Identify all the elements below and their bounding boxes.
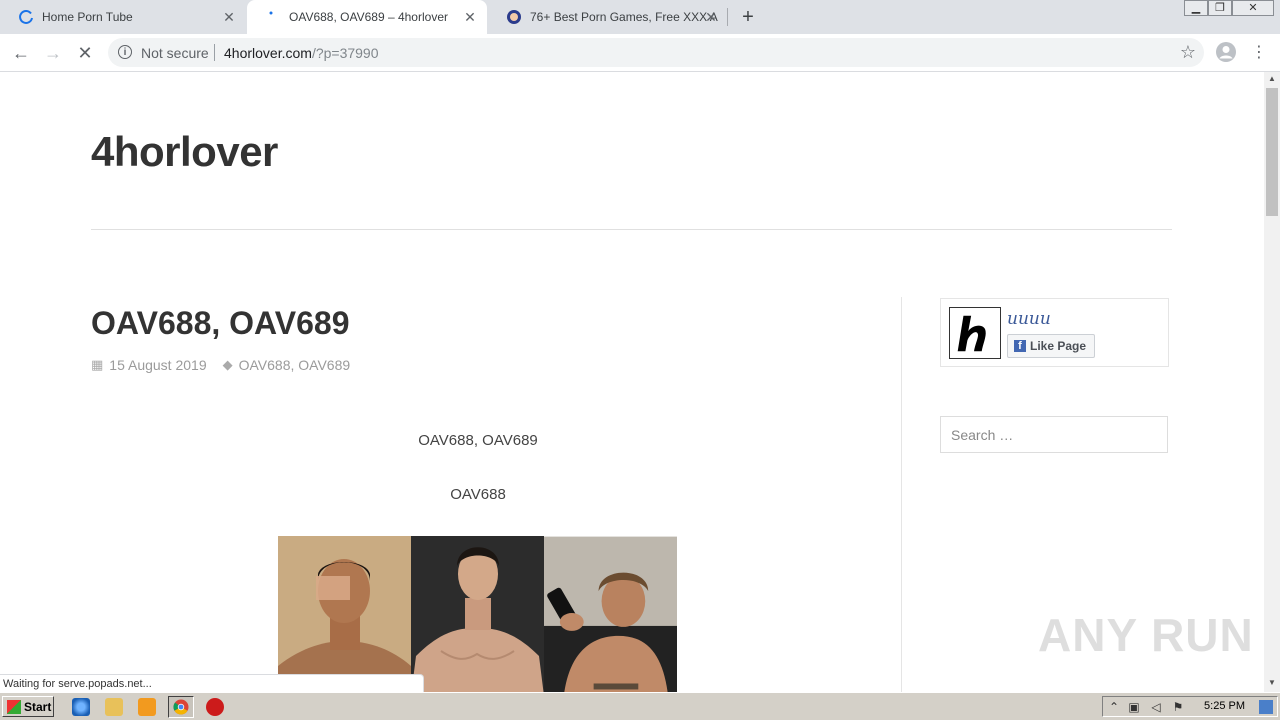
back-arrow-icon[interactable]: ← <box>10 42 32 64</box>
info-icon[interactable]: i <box>118 45 132 59</box>
start-label: Start <box>24 699 52 714</box>
omnibox-separator <box>214 44 215 61</box>
system-tray: ⌃ ▣ ◁ ⚑ 5:25 PM <box>1102 696 1278 717</box>
clock[interactable]: 5:25 PM <box>1204 700 1245 712</box>
tab-title: 76+ Best Porn Games, Free XXX Adu <box>530 10 718 24</box>
post-title: OAV688, OAV689 <box>91 305 350 341</box>
header-divider <box>91 229 1172 230</box>
facebook-page-name[interactable]: иииu <box>1007 309 1051 329</box>
facebook-like-page-button[interactable]: f Like Page <box>1007 334 1096 358</box>
windows-taskbar: Start ⌃ ▣ ◁ ⚑ 5:25 PM <box>0 692 1280 720</box>
close-tab-icon[interactable]: ✕ <box>220 8 238 26</box>
sidebar-divider <box>901 297 902 692</box>
post-image <box>278 536 678 692</box>
close-tab-icon[interactable]: ✕ <box>702 8 720 26</box>
menu-kebab-icon[interactable]: ⋮ <box>1248 42 1270 64</box>
close-window-button[interactable]: ✕ <box>1232 0 1274 16</box>
body-heading: OAV688, OAV689 <box>418 432 538 449</box>
post-date[interactable]: 15 August 2019 <box>109 357 206 373</box>
page-viewport: 4horlover OAV688, OAV689 ▦ 15 August 201… <box>0 72 1264 692</box>
tab-separator <box>727 8 728 26</box>
tag-icon: ◆ <box>222 357 233 372</box>
address-bar[interactable]: i Not secure 4horlover.com/?p=37990 ☆ <box>108 38 1204 67</box>
facebook-page-logo[interactable] <box>949 307 1001 359</box>
minimize-window-button[interactable]: ▁ <box>1184 0 1208 16</box>
body-subheading: OAV688 <box>450 486 506 503</box>
security-label[interactable]: Not secure <box>141 45 209 61</box>
volume-icon[interactable]: ◁ <box>1149 700 1163 714</box>
post-meta: ▦ 15 August 2019 ◆ OAV688, OAV689 <box>91 357 350 373</box>
status-bubble: Waiting for serve.popads.net... <box>0 674 424 692</box>
close-tab-icon[interactable]: ✕ <box>461 8 479 26</box>
anyrun-watermark: ANY RUN <box>1038 609 1254 661</box>
like-page-label: Like Page <box>1030 339 1087 353</box>
chrome-icon <box>173 699 189 715</box>
calendar-icon: ▦ <box>91 357 104 372</box>
site-favicon-icon <box>507 10 521 24</box>
photo-left <box>278 536 411 692</box>
chrome-taskbar-button[interactable] <box>168 696 194 718</box>
tab-active-post[interactable]: OAV688, OAV689 – 4horlover ✕ <box>247 0 487 34</box>
internet-explorer-icon[interactable] <box>72 698 90 716</box>
photo-right <box>544 536 677 692</box>
browser-toolbar: ← → ✕ i Not secure 4horlover.com/?p=3799… <box>0 34 1280 72</box>
photo-middle <box>411 536 544 692</box>
network-icon[interactable]: ▣ <box>1127 700 1141 714</box>
loading-spinner-icon <box>19 9 33 24</box>
page-scrollbar[interactable]: ▲ ▼ <box>1264 72 1280 692</box>
search-input[interactable] <box>940 416 1168 453</box>
scroll-down-icon[interactable]: ▼ <box>1264 676 1280 690</box>
post-tags[interactable]: OAV688, OAV689 <box>239 357 351 373</box>
url-host: 4horlover.com <box>224 45 312 61</box>
show-desktop-icon[interactable] <box>1259 700 1273 714</box>
file-explorer-icon[interactable] <box>105 698 123 716</box>
forward-arrow-icon[interactable]: → <box>42 42 64 64</box>
url-path: /?p=37990 <box>311 45 379 61</box>
tab-home-porn-tube[interactable]: Home Porn Tube ✕ <box>0 0 246 34</box>
stop-loading-icon[interactable]: ✕ <box>74 42 96 64</box>
tab-porn-games[interactable]: 76+ Best Porn Games, Free XXX Adu ✕ <box>488 0 728 34</box>
start-button[interactable]: Start <box>2 696 54 717</box>
bookmark-star-icon[interactable]: ☆ <box>1180 42 1196 63</box>
new-tab-button[interactable]: + <box>736 5 760 29</box>
action-center-flag-icon[interactable]: ⚑ <box>1171 700 1185 714</box>
profile-avatar-icon[interactable] <box>1215 41 1237 63</box>
facebook-page-widget: иииu f Like Page <box>940 298 1169 367</box>
maximize-window-button[interactable]: ❐ <box>1208 0 1232 16</box>
scroll-up-icon[interactable]: ▲ <box>1264 72 1280 86</box>
site-title[interactable]: 4horlover <box>91 128 278 176</box>
windows-flag-icon <box>7 699 21 714</box>
tray-expand-icon[interactable]: ⌃ <box>1107 700 1121 714</box>
tab-title: Home Porn Tube <box>42 10 133 24</box>
tab-strip: Home Porn Tube ✕ OAV688, OAV689 – 4horlo… <box>0 0 1280 34</box>
scroll-thumb[interactable] <box>1266 88 1278 216</box>
url-text[interactable]: 4horlover.com/?p=37990 <box>224 45 379 61</box>
tab-title: OAV688, OAV689 – 4horlover <box>289 10 448 24</box>
facebook-icon: f <box>1014 340 1026 352</box>
loading-dot-icon <box>269 11 273 15</box>
media-player-icon[interactable] <box>138 698 156 716</box>
opera-icon[interactable] <box>206 698 224 716</box>
